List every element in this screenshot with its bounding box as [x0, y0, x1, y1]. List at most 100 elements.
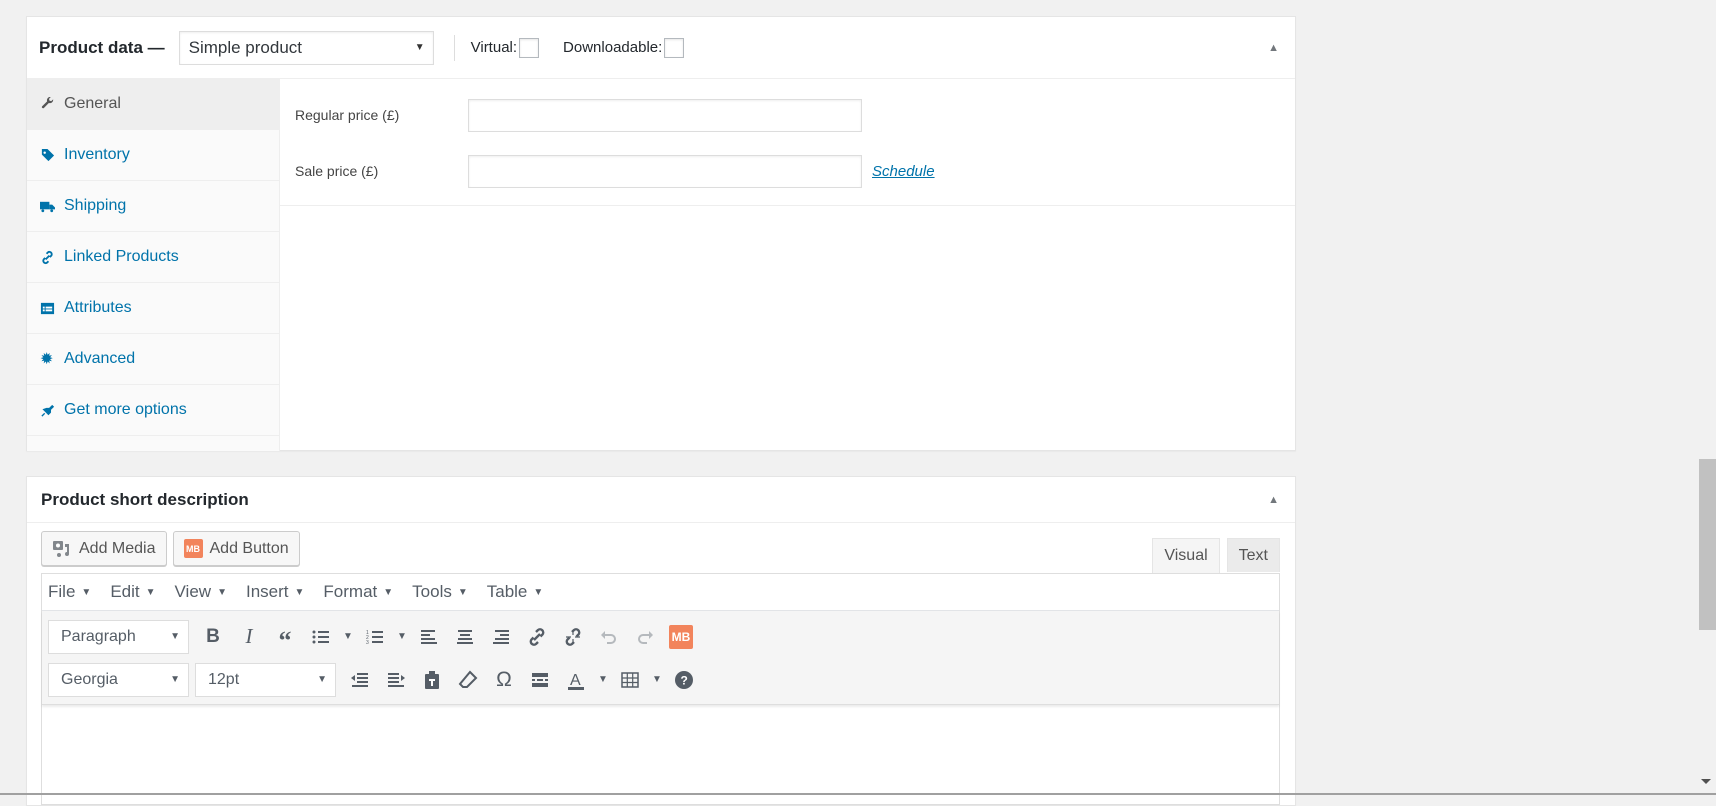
tab-linked-products[interactable]: Linked Products: [27, 232, 279, 283]
product-data-header: Product data — Simple product ▼ Virtual:…: [27, 17, 1295, 79]
font-size-select[interactable]: 12pt ▼: [195, 662, 336, 697]
menu-table[interactable]: Table ▼: [487, 582, 544, 602]
bullet-list-icon: [312, 630, 329, 643]
align-left-button[interactable]: [411, 621, 447, 653]
font-family-select[interactable]: Georgia ▼: [48, 662, 189, 697]
scroll-down-arrow-icon[interactable]: [1701, 779, 1711, 784]
menu-tools[interactable]: Tools ▼: [412, 582, 468, 602]
collapse-toggle-icon[interactable]: ▲: [1268, 42, 1279, 54]
tab-general-label: General: [64, 95, 121, 112]
toolbar-row-1: Paragraph ▼ B I “ ▼ 123 ▼ MB: [48, 619, 1273, 654]
chevron-down-icon: ▼: [81, 586, 92, 598]
chevron-down-icon: ▼: [317, 674, 327, 685]
indent-button[interactable]: [378, 664, 414, 696]
insert-link-button[interactable]: [519, 621, 555, 653]
align-left-icon: [421, 629, 437, 644]
mb-shortcode-button[interactable]: MB: [663, 621, 699, 653]
bold-button[interactable]: B: [195, 621, 231, 653]
regular-price-label: Regular price (£): [295, 107, 400, 123]
toolbar-row-2: Georgia ▼ 12pt ▼ Ω A ▼ ▼ ?: [48, 662, 1273, 697]
editor-mode-tabs: Visual Text: [1152, 538, 1280, 573]
gear-icon: ✹: [40, 351, 54, 368]
media-buttons: Add Media MB Add Button: [41, 531, 300, 566]
downloadable-checkbox[interactable]: [664, 37, 685, 58]
short-description-title: Product short description: [41, 489, 249, 509]
tab-shipping[interactable]: Shipping: [27, 181, 279, 232]
read-more-button[interactable]: [522, 664, 558, 696]
italic-button[interactable]: I: [231, 621, 267, 653]
general-panel: Regular price (£) Sale price (£) Schedul…: [280, 79, 1295, 451]
plugin-icon: [40, 403, 64, 418]
clear-formatting-button[interactable]: [450, 664, 486, 696]
special-character-button[interactable]: Ω: [486, 664, 522, 696]
header-divider: [453, 34, 455, 61]
add-media-button[interactable]: Add Media: [41, 531, 167, 566]
list-card-icon: [40, 301, 64, 316]
sale-price-input[interactable]: [468, 154, 862, 188]
tab-text[interactable]: Text: [1226, 538, 1280, 572]
redo-button[interactable]: [627, 621, 663, 653]
text-color-button[interactable]: A: [558, 664, 594, 696]
tab-visual[interactable]: Visual: [1152, 538, 1220, 573]
paste-text-icon: [425, 670, 439, 689]
remove-link-button[interactable]: [555, 621, 591, 653]
outdent-button[interactable]: [342, 664, 378, 696]
menu-format[interactable]: Format ▼: [323, 582, 393, 602]
bullet-list-button[interactable]: [303, 621, 339, 653]
tab-linked-products-label: Linked Products: [64, 248, 179, 265]
regular-price-field: Regular price (£): [280, 98, 1295, 132]
downloadable-label: Downloadable:: [563, 39, 663, 56]
product-data-title: Product data —: [39, 37, 165, 57]
block-format-select[interactable]: Paragraph ▼: [48, 619, 189, 654]
blockquote-button[interactable]: “: [267, 621, 303, 653]
undo-icon: [601, 630, 616, 644]
menu-insert[interactable]: Insert ▼: [246, 582, 304, 602]
help-button[interactable]: ?: [666, 664, 702, 696]
svg-text:?: ?: [681, 673, 688, 687]
tab-general[interactable]: General: [27, 79, 279, 130]
product-type-value: Simple product: [188, 37, 303, 57]
table-dropdown[interactable]: ▼: [648, 664, 666, 696]
align-center-button[interactable]: [447, 621, 483, 653]
text-color-dropdown[interactable]: ▼: [594, 664, 612, 696]
sale-price-label: Sale price (£): [295, 163, 379, 179]
product-type-select[interactable]: Simple product ▼: [178, 30, 434, 65]
align-right-button[interactable]: [483, 621, 519, 653]
product-data-body: General Inventory Shipping Linked Produc…: [27, 79, 1295, 451]
align-right-icon: [493, 629, 509, 644]
regular-price-input[interactable]: [468, 98, 862, 132]
paste-as-text-button[interactable]: [414, 664, 450, 696]
table-button[interactable]: [612, 664, 648, 696]
truck-icon: [40, 199, 64, 214]
numbered-list-button[interactable]: 123: [357, 621, 393, 653]
virtual-option: Virtual:: [471, 37, 540, 58]
product-data-tabs: General Inventory Shipping Linked Produc…: [27, 79, 280, 451]
bullet-list-dropdown[interactable]: ▼: [339, 621, 357, 653]
numbered-list-dropdown[interactable]: ▼: [393, 621, 411, 653]
page-scrollbar[interactable]: [1698, 0, 1716, 795]
tab-advanced[interactable]: ✹ Advanced: [27, 334, 279, 385]
tab-attributes[interactable]: Attributes: [27, 283, 279, 334]
menu-edit[interactable]: Edit ▼: [110, 582, 155, 602]
eraser-icon: [458, 670, 478, 688]
undo-button[interactable]: [591, 621, 627, 653]
collapse-toggle-icon[interactable]: ▲: [1268, 494, 1279, 506]
tab-get-more-options[interactable]: Get more options: [27, 385, 279, 436]
virtual-checkbox[interactable]: [519, 37, 540, 58]
menu-view[interactable]: View ▼: [175, 582, 227, 602]
schedule-link[interactable]: Schedule: [872, 163, 935, 180]
scrollbar-thumb[interactable]: [1699, 459, 1716, 630]
chevron-down-icon: ▼: [294, 586, 305, 598]
outdent-icon: [351, 672, 368, 687]
numbered-list-icon: 123: [366, 630, 383, 646]
tab-inventory[interactable]: Inventory: [27, 130, 279, 181]
short-description-box: Product short description ▲ Add Media MB…: [26, 476, 1296, 806]
tab-advanced-label: Advanced: [64, 350, 136, 367]
chevron-down-icon: ▼: [533, 586, 544, 598]
chevron-down-icon: ▼: [383, 586, 394, 598]
add-button-button[interactable]: MB Add Button: [172, 531, 300, 566]
add-media-label: Add Media: [79, 539, 156, 557]
sale-price-field: Sale price (£) Schedule: [280, 154, 1295, 188]
menu-file[interactable]: File ▼: [48, 582, 91, 602]
svg-text:A: A: [570, 672, 581, 689]
